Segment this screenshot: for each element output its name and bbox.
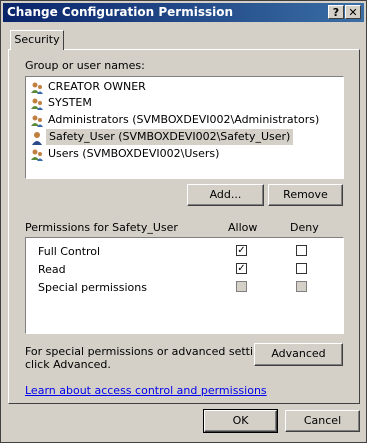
list-item-label: Administrators (SVMBOXDEVI002\Administra… bbox=[48, 113, 320, 126]
permissions-list: Full Control ✓ Read ✓ Special permission… bbox=[25, 237, 344, 334]
allow-special-checkbox bbox=[236, 281, 247, 292]
deny-special-checkbox bbox=[296, 281, 307, 292]
user-icon bbox=[32, 132, 42, 145]
title-bar[interactable]: Change Configuration Permission ? ✕ bbox=[3, 3, 364, 22]
permission-label: Special permissions bbox=[38, 281, 147, 294]
advanced-button[interactable]: Advanced bbox=[254, 343, 343, 366]
user-list[interactable]: CREATOR OWNER SYSTEM Administrators (SVM… bbox=[25, 76, 344, 179]
group-names-label: Group or user names: bbox=[25, 59, 145, 72]
list-item-label: SYSTEM bbox=[48, 96, 92, 109]
tab-security[interactable]: Security bbox=[10, 30, 64, 50]
allow-full-control-checkbox[interactable]: ✓ bbox=[236, 245, 247, 256]
group-icon bbox=[31, 149, 43, 161]
list-item-label: Safety_User (SVMBOXDEVI002\Safety_User) bbox=[46, 129, 294, 145]
close-button[interactable]: ✕ bbox=[345, 5, 361, 19]
deny-read-checkbox[interactable] bbox=[296, 263, 307, 274]
help-button[interactable]: ? bbox=[328, 5, 344, 19]
learn-more-link[interactable]: Learn about access control and permissio… bbox=[25, 384, 267, 397]
advanced-hint-line1: For special permissions or advanced sett… bbox=[25, 345, 277, 358]
deny-header: Deny bbox=[290, 221, 319, 234]
window-title: Change Configuration Permission bbox=[7, 5, 234, 19]
permission-label: Read bbox=[38, 263, 66, 276]
add-button[interactable]: Add... bbox=[187, 184, 264, 206]
list-item-label: Users (SVMBOXDEVI002\Users) bbox=[48, 147, 220, 160]
deny-full-control-checkbox[interactable] bbox=[296, 245, 307, 256]
permission-label: Full Control bbox=[38, 245, 101, 258]
allow-read-checkbox[interactable]: ✓ bbox=[236, 263, 247, 274]
dialog-window: Change Configuration Permission ? ✕ Secu… bbox=[0, 0, 367, 443]
group-icon bbox=[31, 115, 43, 127]
allow-header: Allow bbox=[228, 221, 258, 234]
group-icon bbox=[31, 82, 43, 94]
list-item-label: CREATOR OWNER bbox=[48, 80, 146, 93]
remove-button[interactable]: Remove bbox=[268, 184, 343, 206]
cancel-button[interactable]: Cancel bbox=[285, 410, 360, 432]
permissions-header: Permissions for Safety_User bbox=[25, 221, 178, 234]
advanced-hint-line2: click Advanced. bbox=[25, 358, 111, 371]
group-icon bbox=[31, 98, 43, 110]
ok-button[interactable]: OK bbox=[203, 409, 278, 433]
